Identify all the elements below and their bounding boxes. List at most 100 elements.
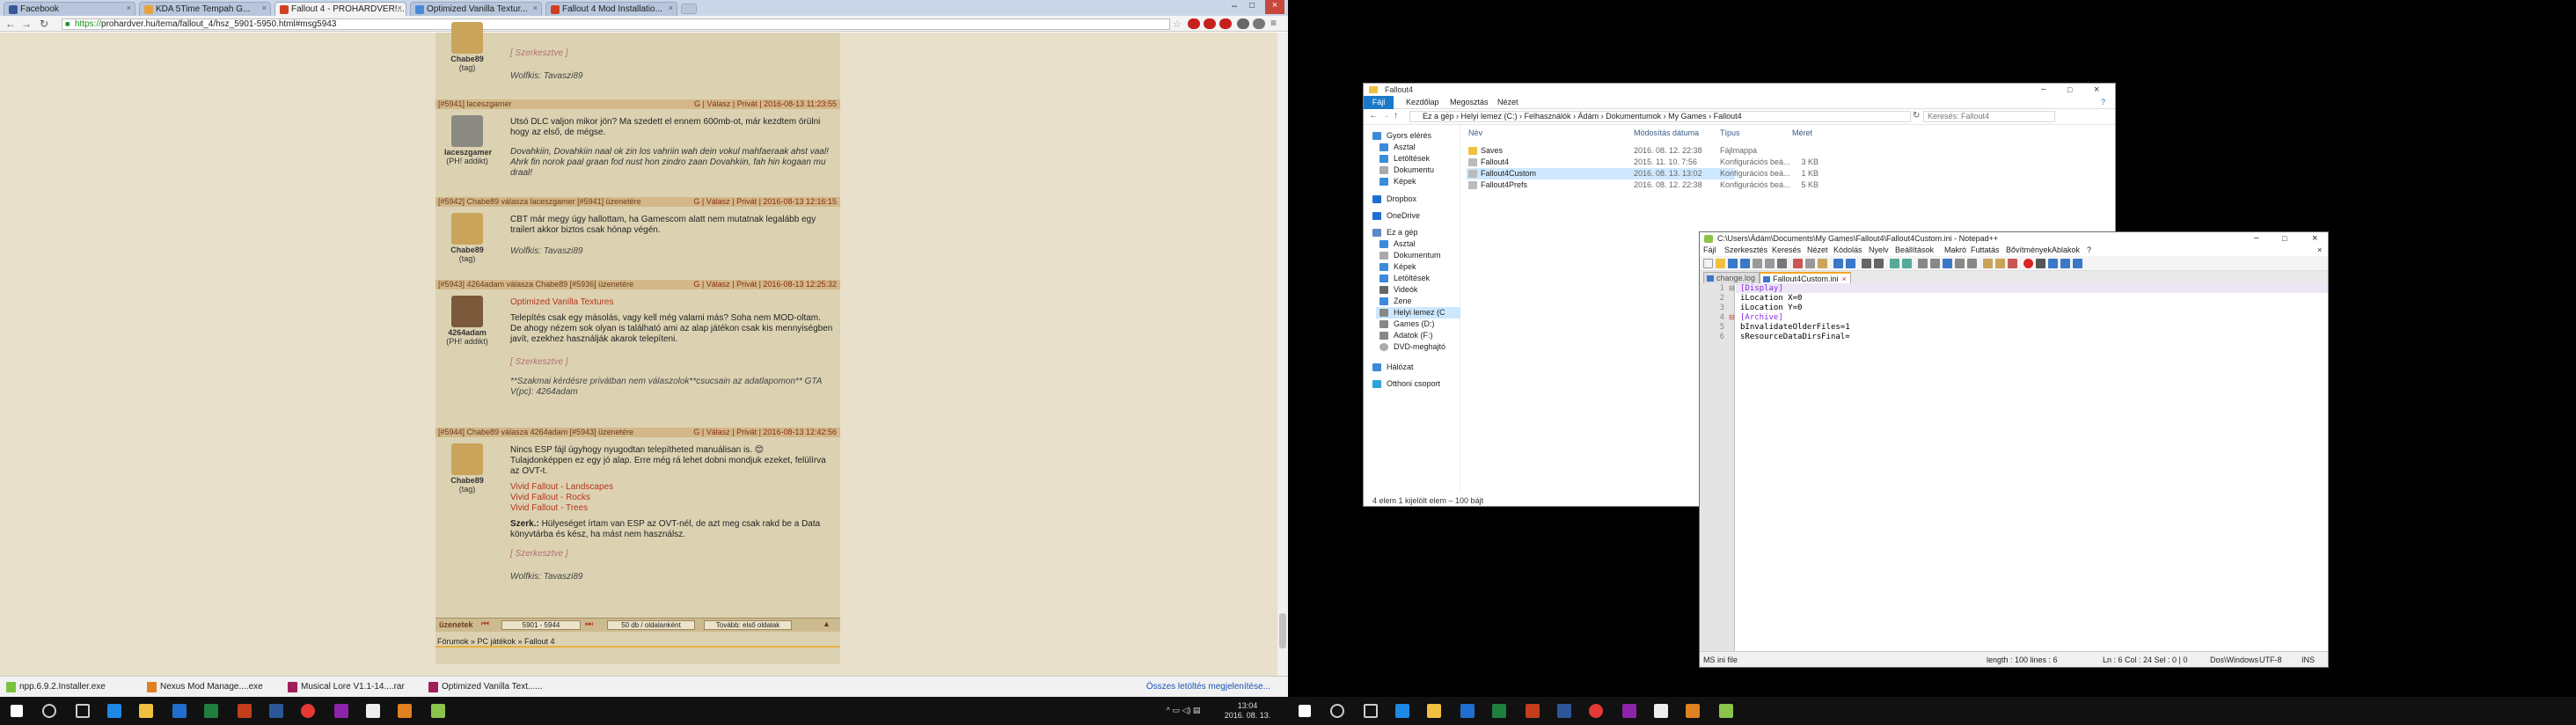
close-window-icon[interactable]: × <box>2094 84 2099 96</box>
redo-icon[interactable] <box>1846 259 1855 268</box>
save-all-icon[interactable] <box>1740 259 1750 268</box>
nexus-icon[interactable] <box>398 704 412 718</box>
paste-icon[interactable] <box>1818 259 1827 268</box>
excel-icon[interactable] <box>1492 704 1506 718</box>
nav-item[interactable]: Dropbox <box>1369 194 1416 205</box>
download-item[interactable]: Musical Lore V1.1-14....rar <box>285 679 417 695</box>
show-all-chars-icon[interactable] <box>1955 259 1965 268</box>
show-all-downloads-link[interactable]: Összes letöltés megjelenítése... <box>1146 682 1270 692</box>
nav-item[interactable]: OneDrive <box>1369 210 1420 222</box>
extension-icon[interactable] <box>1204 18 1216 29</box>
file-row-selected[interactable]: Fallout4Custom 2016. 08. 13. 13:02 Konfi… <box>1467 168 1819 179</box>
back-arrow-icon[interactable]: ← <box>1369 111 1378 121</box>
nav-item[interactable]: Ez a gép <box>1369 227 1418 238</box>
close-tab-icon[interactable]: × <box>1842 275 1847 283</box>
file-explorer-icon[interactable] <box>1427 704 1441 718</box>
close-document-icon[interactable]: × <box>2317 245 2322 256</box>
download-item[interactable]: Optimized Vanilla Text...... <box>426 679 558 695</box>
extension-icon[interactable] <box>1253 18 1265 29</box>
chrome-icon[interactable] <box>301 704 315 718</box>
extension-icon[interactable] <box>1188 18 1200 29</box>
star-icon[interactable]: ☆ <box>1173 18 1183 30</box>
close-window-icon[interactable]: × <box>1265 0 1284 14</box>
nav-item[interactable]: Képek <box>1376 261 1416 273</box>
close-icon[interactable]: × <box>262 4 267 12</box>
help-icon[interactable]: ? <box>2101 96 2105 109</box>
save-icon[interactable] <box>1728 259 1738 268</box>
file-row[interactable]: Saves 2016. 08. 12. 22:38 Fájlmappa <box>1467 145 1880 157</box>
nav-item-quick-access[interactable]: Gyors elérés <box>1369 130 1431 142</box>
nav-item[interactable]: Videók <box>1376 284 1417 296</box>
browser-tab[interactable]: Fallout 4 Mod Installatio... × <box>545 2 677 16</box>
address-bar[interactable]: ■ https://prohardver.hu/tema/fallout_4/h… <box>62 18 1170 30</box>
search-input[interactable]: Keresés: Fallout4 <box>1923 111 2055 122</box>
scroll-top-icon[interactable]: ▲ <box>823 619 831 628</box>
file-row[interactable]: Fallout4Prefs 2016. 08. 12. 22:38 Konfig… <box>1467 179 1880 191</box>
system-tray[interactable]: ^ ▭ ◁) ▤ <box>1153 706 1214 715</box>
search-icon[interactable] <box>42 704 56 718</box>
forward-arrow-icon[interactable]: → <box>1381 111 1390 121</box>
menu-plugins[interactable]: Bővítmények <box>2006 245 2052 256</box>
maximize-icon[interactable]: □ <box>2282 232 2287 245</box>
function-list-icon[interactable] <box>1995 259 2005 268</box>
cut-icon[interactable] <box>1793 259 1803 268</box>
nav-item[interactable]: Képek <box>1376 176 1416 187</box>
path-input[interactable]: Ez a gép › Helyi lemez (C:) › Felhasznál… <box>1409 111 1911 122</box>
nav-item[interactable]: Games (D:) <box>1376 319 1435 330</box>
word-icon[interactable] <box>1557 704 1571 718</box>
fold-icon[interactable]: ⊟ <box>1729 284 1735 292</box>
menu-window[interactable]: Ablakok <box>2052 245 2080 256</box>
page-range-select[interactable]: 5901 - 5944 <box>501 620 581 630</box>
ribbon-tab-file[interactable]: Fájl <box>1364 96 1394 109</box>
windows-start-icon[interactable] <box>11 705 23 717</box>
close-all-icon[interactable] <box>1765 259 1775 268</box>
back-arrow-icon[interactable]: ← <box>4 18 18 30</box>
clock[interactable]: 13:04 2016. 08. 13. <box>1221 701 1274 721</box>
scrollbar[interactable] <box>1277 33 1288 676</box>
file-row[interactable]: Fallout4 2015. 11. 10. 7:56 Konfiguráció… <box>1467 157 1880 168</box>
menu-settings[interactable]: Beállítások <box>1895 245 1934 256</box>
fold-icon[interactable]: ⊟ <box>1729 313 1735 321</box>
minimize-icon[interactable]: – <box>2041 84 2046 96</box>
excel-icon[interactable] <box>204 704 218 718</box>
close-icon[interactable] <box>1753 259 1762 268</box>
powerpoint-icon[interactable] <box>238 704 252 718</box>
menu-edit[interactable]: Szerkesztés <box>1724 245 1767 256</box>
ribbon-tab-share[interactable]: Megosztás <box>1450 96 1489 109</box>
first-page-icon[interactable]: ⏮ <box>481 619 489 629</box>
close-icon[interactable]: × <box>127 4 131 12</box>
minimize-icon[interactable]: – <box>2254 232 2259 245</box>
download-item[interactable]: npp.6.9.2.Installer.exe <box>4 679 135 695</box>
windows-start-icon[interactable] <box>1299 705 1311 717</box>
ribbon-tab-view[interactable]: Nézet <box>1497 96 1519 109</box>
store-icon[interactable] <box>1460 704 1475 718</box>
sync-horizontal-icon[interactable] <box>1930 259 1940 268</box>
browser-tab[interactable]: Optimized Vanilla Textur... × <box>410 2 542 16</box>
browser-tab[interactable]: Facebook × <box>4 2 135 16</box>
close-icon[interactable]: × <box>533 4 538 12</box>
nav-item[interactable]: Dokumentu <box>1376 165 1434 176</box>
menu-help[interactable]: ? <box>2087 245 2091 256</box>
menu-run[interactable]: Futtatás <box>1971 245 2000 256</box>
new-file-icon[interactable] <box>1703 259 1713 268</box>
extension-icon[interactable] <box>1237 18 1249 29</box>
close-icon[interactable]: × <box>669 4 673 12</box>
extension-icon[interactable] <box>1219 18 1232 29</box>
menu-search[interactable]: Keresés <box>1772 245 1801 256</box>
menu-language[interactable]: Nyelv <box>1869 245 1889 256</box>
up-arrow-icon[interactable]: ↑ <box>1394 111 1398 121</box>
nav-item[interactable]: Adatok (F:) <box>1376 330 1433 341</box>
column-header-type[interactable]: Típus <box>1720 128 1740 137</box>
nav-item[interactable]: DVD-meghajtó <box>1376 341 1445 353</box>
refresh-icon[interactable]: ↻ <box>1913 111 1920 121</box>
calculator-icon[interactable] <box>1654 704 1668 718</box>
word-wrap-icon[interactable] <box>1943 259 1952 268</box>
code-editor[interactable]: 1 2 3 4 5 6 ⊟ ⊟ [Display] iLocation X=0 … <box>1700 283 2328 651</box>
maximize-icon[interactable]: □ <box>2067 84 2072 96</box>
edge-icon[interactable] <box>107 704 121 718</box>
nav-item[interactable]: Letöltések <box>1376 273 1430 284</box>
nav-item[interactable]: Asztal <box>1376 142 1416 153</box>
run-macro-multiple-icon[interactable] <box>2060 259 2070 268</box>
play-macro-icon[interactable] <box>2048 259 2058 268</box>
word-icon[interactable] <box>269 704 283 718</box>
